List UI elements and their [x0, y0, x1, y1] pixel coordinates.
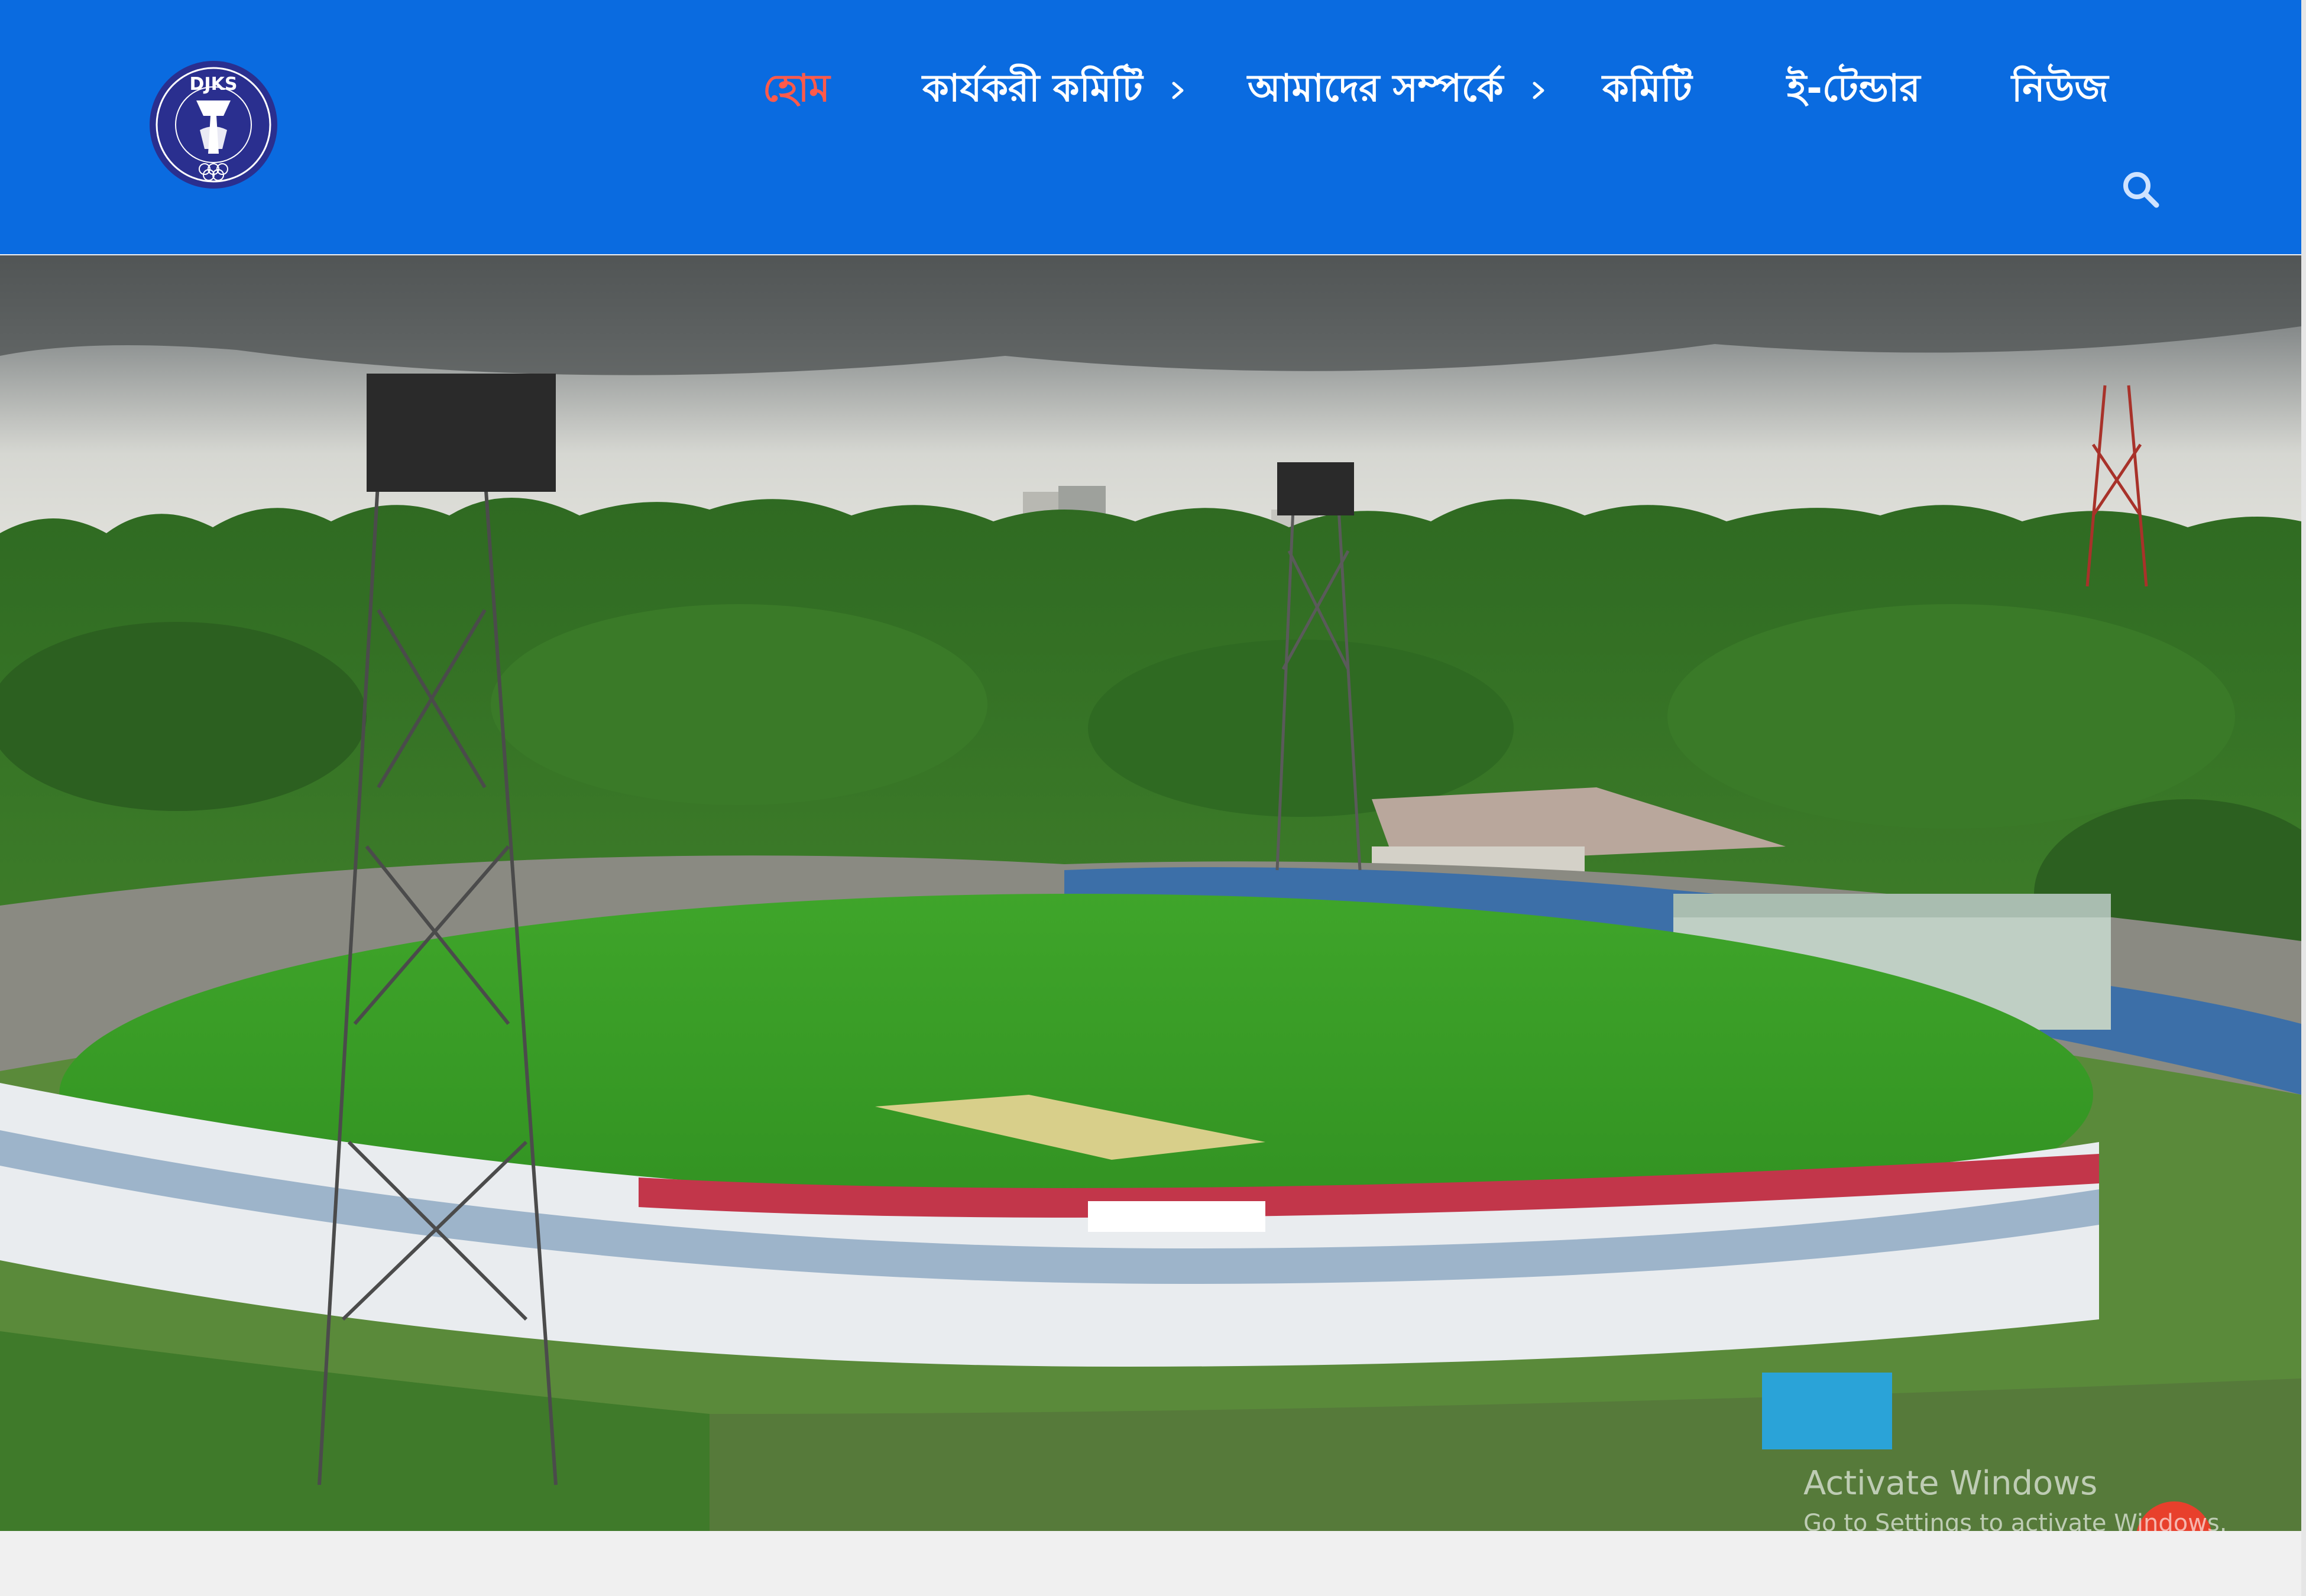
- watermark-line2: Go to Settings to activate Windows.: [1803, 1510, 2227, 1531]
- association-emblem-logo: DJKS: [150, 61, 277, 189]
- nav-item-e-tender-label: ই-টেন্ডার: [1787, 67, 1920, 111]
- nav-item-executive-committee[interactable]: কার্যকরী কমিটি: [922, 59, 1187, 118]
- nav-item-home-label: হোম: [763, 67, 830, 111]
- nav-item-committee[interactable]: কমিটি: [1602, 59, 1692, 118]
- nav-item-e-tender[interactable]: ই-টেন্ডার: [1787, 59, 1920, 118]
- chevron-right-icon: [1172, 82, 1184, 99]
- scrollbar-track[interactable]: [2301, 0, 2306, 1596]
- site-logo[interactable]: DJKS: [148, 59, 279, 190]
- nav-item-news[interactable]: নিউজ: [2012, 59, 2109, 118]
- watermark-line1: Activate Windows: [1803, 1464, 2098, 1503]
- nav-item-news-label: নিউজ: [2012, 67, 2109, 111]
- svg-text:DJKS: DJKS: [190, 74, 238, 95]
- nav-item-about-us-label: আমাদের সম্পর্কে: [1248, 67, 1504, 111]
- cricket-stadium-aerial-photo: [0, 255, 2301, 1531]
- nav-item-committee-label: কমিটি: [1602, 67, 1692, 111]
- site-header: DJKS হোম কার্যকরী কমিটি আমাদের সম্পর্কে: [0, 0, 2301, 254]
- page-bottom-strip: [0, 1531, 2306, 1596]
- nav-item-executive-committee-label: কার্যকরী কমিটি: [922, 67, 1143, 111]
- search-icon: [2123, 172, 2159, 208]
- windows-activation-watermark: Activate Windows Go to Settings to activ…: [1803, 1463, 2227, 1531]
- nav-item-home[interactable]: হোম: [763, 59, 830, 118]
- hero-banner: Activate Windows Go to Settings to activ…: [0, 255, 2301, 1531]
- nav-item-about-us[interactable]: আমাদের সম্পর্কে: [1248, 59, 1547, 118]
- search-button[interactable]: [2120, 168, 2161, 210]
- chevron-right-icon: [1533, 82, 1544, 99]
